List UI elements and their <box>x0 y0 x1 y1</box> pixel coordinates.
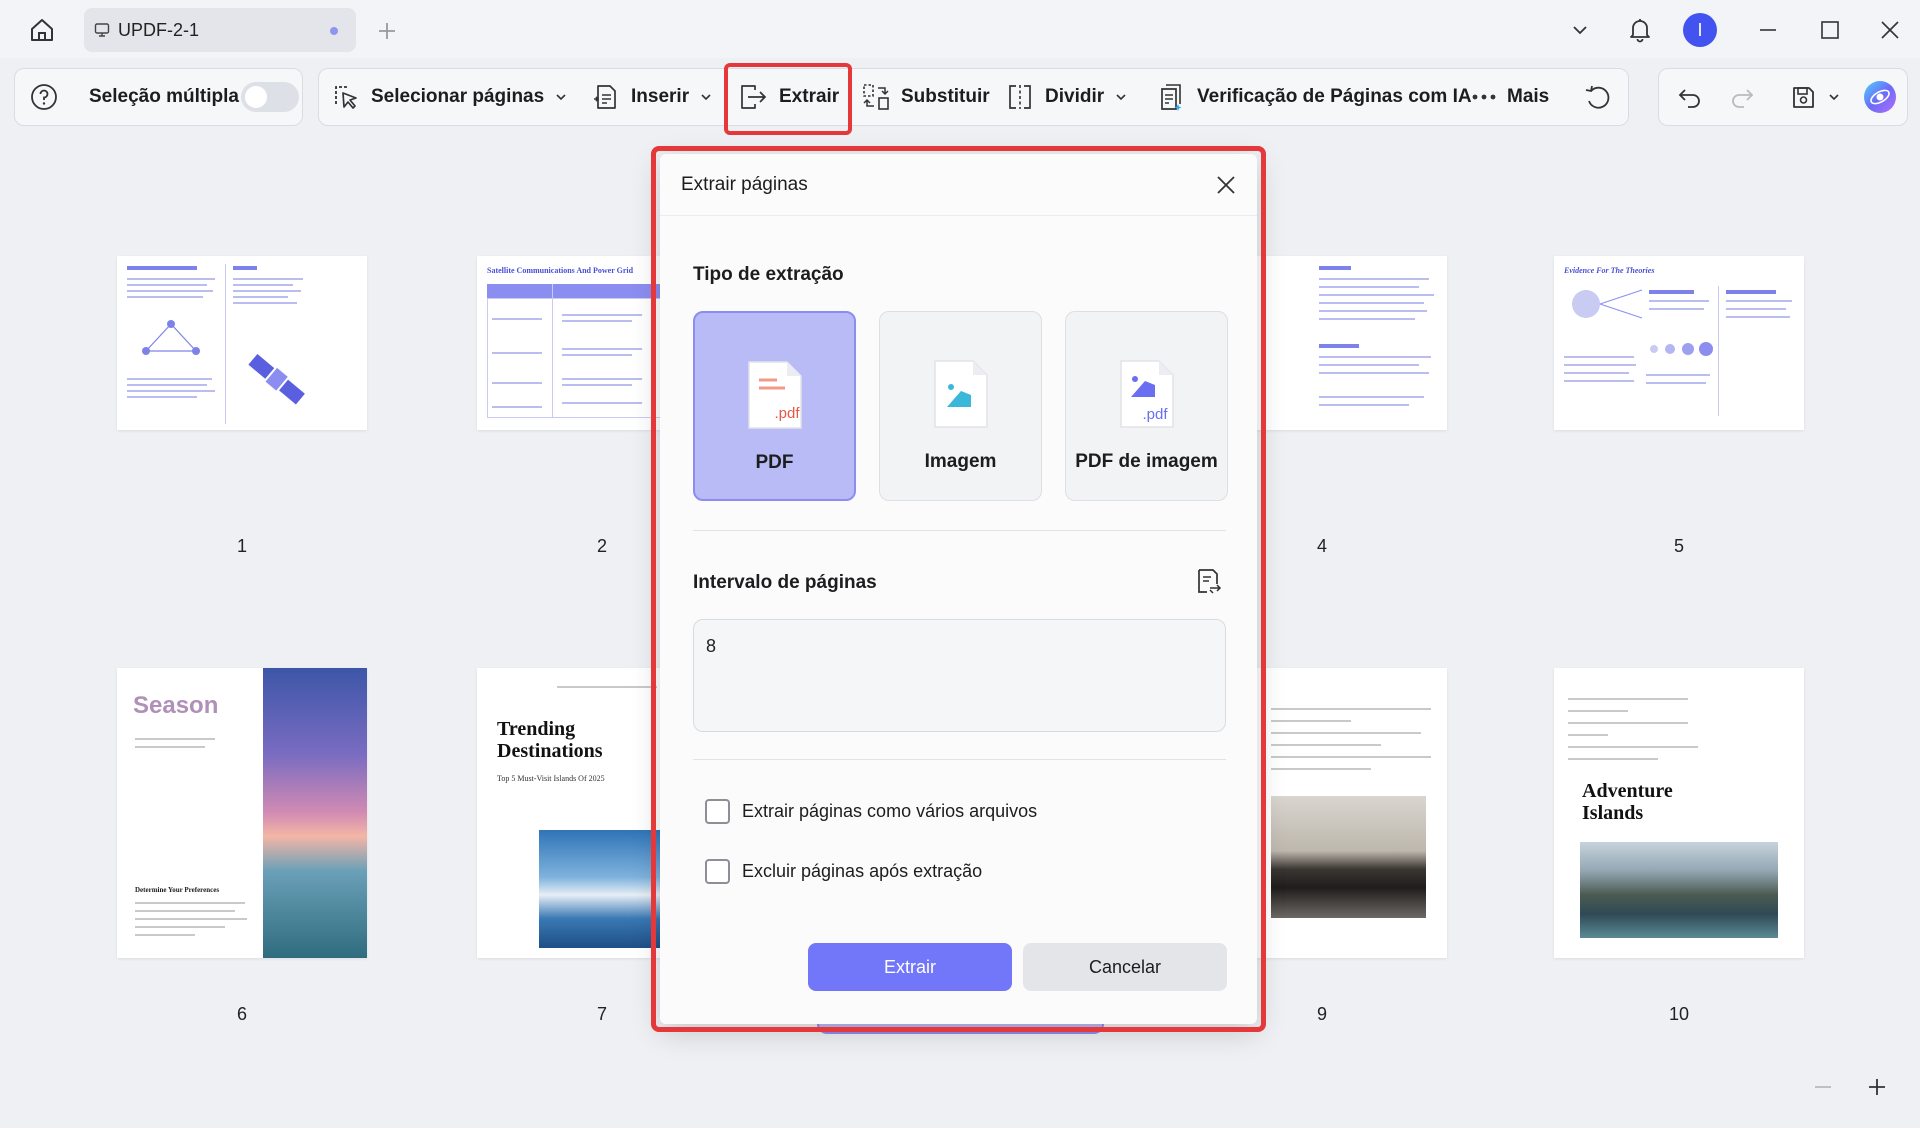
ai-page-check-label: Verificação de Páginas com IA <box>1197 86 1472 107</box>
select-pages-button[interactable]: Selecionar páginas <box>331 69 568 125</box>
rotate-icon <box>1585 85 1610 109</box>
sunset-photo <box>263 668 367 958</box>
page-heading: Adventure Islands <box>1582 780 1673 824</box>
replace-icon <box>863 84 889 110</box>
replace-label: Substituir <box>901 86 990 107</box>
help-icon <box>31 84 57 110</box>
page-number: 5 <box>1673 536 1684 556</box>
organize-toolbar: Seleção múltipla Selecionar páginas Inse… <box>0 58 1920 138</box>
chevron-down-icon <box>1116 94 1126 101</box>
orbit-diagram-icon <box>1572 289 1643 319</box>
undo-icon <box>1678 89 1700 108</box>
insert-button[interactable]: Inserir <box>591 69 713 125</box>
save-icon <box>1793 87 1814 108</box>
dialog-highlight <box>651 146 1266 1032</box>
page-number: 2 <box>596 536 607 556</box>
page-thumbnail[interactable]: Season Determine Your Preferences <box>117 668 367 958</box>
ai-assistant-icon <box>1864 81 1896 113</box>
page-subheading: Determine Your Preferences <box>135 886 220 894</box>
rotate-button[interactable] <box>1583 69 1613 125</box>
notifications-button[interactable] <box>1622 12 1658 48</box>
page-number: 6 <box>236 1004 247 1024</box>
page-tools-group: Selecionar páginas Inserir Extrair Subst… <box>318 68 1629 126</box>
plus-icon <box>379 23 395 39</box>
help-button[interactable] <box>29 69 59 125</box>
page-number: 4 <box>1316 536 1327 556</box>
close-icon <box>1881 21 1899 39</box>
diagram-icon <box>142 320 200 355</box>
bell-icon <box>1630 19 1650 43</box>
save-button[interactable] <box>1789 69 1841 125</box>
history-group <box>1658 68 1908 126</box>
page-heading: Trending Destinations <box>497 718 603 762</box>
chevron-down-icon <box>701 94 711 101</box>
document-tab[interactable]: UPDF-2-1 <box>84 8 356 52</box>
select-pages-label: Selecionar páginas <box>371 86 545 107</box>
ai-page-check-button[interactable]: Verificação de Páginas com IA <box>1157 69 1472 125</box>
split-button[interactable]: Dividir <box>1005 69 1128 125</box>
maximize-button[interactable] <box>1812 12 1848 48</box>
title-bar: UPDF-2-1 I <box>0 0 1920 58</box>
page-heading: Season <box>133 692 219 719</box>
multi-select-group: Seleção múltipla <box>14 68 303 126</box>
page-number: 9 <box>1316 1004 1327 1024</box>
user-avatar[interactable]: I <box>1683 13 1717 47</box>
more-label: Mais <box>1507 86 1550 107</box>
chevron-down-icon <box>1829 94 1839 101</box>
page-number: 1 <box>236 536 247 556</box>
home-button[interactable] <box>24 14 60 46</box>
minimize-button[interactable] <box>1750 12 1786 48</box>
new-tab-button[interactable] <box>372 16 402 46</box>
page-thumbnail[interactable] <box>117 256 367 430</box>
replace-button[interactable]: Substituir <box>861 69 990 125</box>
multi-select-toggle[interactable] <box>241 69 299 125</box>
ai-page-check-icon <box>1161 84 1182 111</box>
more-button[interactable]: Mais <box>1471 69 1549 125</box>
zoom-out-button[interactable] <box>1808 1072 1838 1102</box>
page-number: 10 <box>1668 1004 1690 1024</box>
tab-title: UPDF-2-1 <box>118 19 200 40</box>
undo-button[interactable] <box>1677 69 1703 125</box>
sea-stack-photo <box>1271 796 1426 918</box>
toggle-switch[interactable] <box>241 82 299 112</box>
ai-assistant-button[interactable] <box>1862 69 1898 125</box>
minus-icon <box>1815 1086 1831 1088</box>
maximize-icon <box>1821 21 1839 39</box>
page-heading: Evidence For The Theories <box>1564 266 1655 275</box>
multi-select-label: Seleção múltipla <box>89 86 239 107</box>
page-thumbnail[interactable]: Adventure Islands <box>1554 668 1804 958</box>
insert-icon <box>594 85 616 109</box>
rock-arch-photo <box>1580 842 1778 938</box>
insert-label: Inserir <box>631 86 690 107</box>
page-subheading: Top 5 Must-Visit Islands Of 2025 <box>497 774 605 783</box>
split-label: Dividir <box>1045 86 1105 107</box>
unsaved-dot <box>330 27 338 35</box>
redo-button[interactable] <box>1729 69 1755 125</box>
extract-highlight <box>724 63 852 135</box>
page-thumbnail[interactable]: Evidence For The Theories <box>1554 256 1804 430</box>
home-icon <box>31 19 53 41</box>
close-window-button[interactable] <box>1872 12 1908 48</box>
tabs-dropdown-button[interactable] <box>1562 12 1598 48</box>
circles-diagram-icon <box>1650 342 1713 356</box>
chevron-down-icon <box>556 94 566 101</box>
chevron-down-icon <box>1573 26 1587 35</box>
plus-icon <box>1869 1079 1885 1095</box>
select-pages-icon <box>335 86 357 109</box>
monitor-icon <box>94 23 110 37</box>
satellite-icon <box>248 353 305 405</box>
page-number: 7 <box>596 1004 607 1024</box>
zoom-in-button[interactable] <box>1862 1072 1892 1102</box>
page-heading: Satellite Communications And Power Grid <box>487 266 634 275</box>
minimize-icon <box>1760 29 1776 31</box>
more-icon <box>1472 94 1496 100</box>
split-icon <box>1009 85 1031 109</box>
redo-icon <box>1732 89 1754 108</box>
